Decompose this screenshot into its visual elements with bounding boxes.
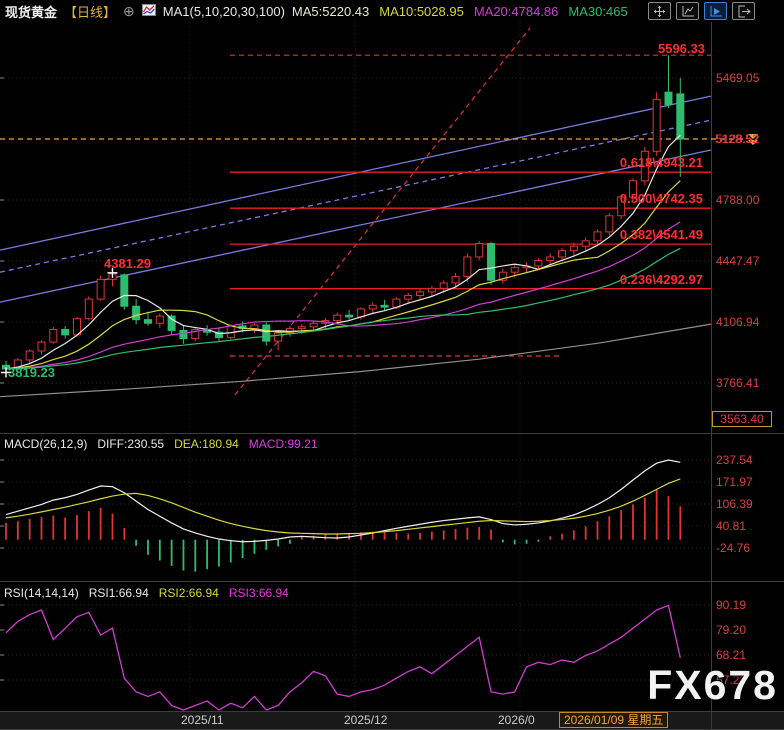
chart-app: 5809.585469.055128.524788.004447.474106.… <box>0 0 784 730</box>
rsi2-value: RSI2:66.94 <box>159 586 219 600</box>
rsi1-value: RSI1:66.94 <box>89 586 149 600</box>
symbol-title: 现货黄金 <box>5 2 57 21</box>
rsi-header: RSI(14,14,14) RSI1:66.94 RSI2:66.94 RSI3… <box>4 586 289 600</box>
macd-title: MACD(26,12,9) <box>4 437 87 451</box>
macd-diff-value: DIFF:230.55 <box>97 437 164 451</box>
ma-indicator-label: MA1(5,10,20,30,100) <box>163 4 285 19</box>
current-price-label: 5128.52 <box>715 132 758 146</box>
ma-value-label: MA10:5028.95 <box>379 4 464 19</box>
macd-dea-value: DEA:180.94 <box>174 437 239 451</box>
ma-value-label: MA30:465 <box>568 4 627 19</box>
indicator-play-icon[interactable] <box>704 2 727 20</box>
peak-price-label: 4381.29 <box>104 256 151 271</box>
pan-icon[interactable] <box>648 2 671 20</box>
mini-chart-icon <box>142 4 156 19</box>
swing-high-label: 5596.33 <box>658 41 705 56</box>
period-label: 【日线】 <box>64 2 116 21</box>
watermark-logo: FX678 <box>647 662 778 709</box>
ma-values: MA5:5220.43 MA10:5028.95 MA20:4784.86 MA30:… <box>292 4 638 19</box>
circle-plus-icon[interactable]: ⊕ <box>123 4 135 18</box>
axis-scale-icon[interactable] <box>676 2 699 20</box>
toolbar <box>648 2 755 20</box>
chart-surface[interactable] <box>0 0 784 730</box>
last-price-box: 3563.40 <box>712 411 772 427</box>
macd-macd-value: MACD:99.21 <box>249 437 318 451</box>
macd-header: MACD(26,12,9) DIFF:230.55 DEA:180.94 MAC… <box>4 437 318 451</box>
swing-low-label: 3819.23 <box>8 365 55 380</box>
ma-value-label: MA20:4784.86 <box>474 4 559 19</box>
selected-date-box: 2026/01/09 星期五 <box>559 712 668 728</box>
window-switch-icon[interactable] <box>732 2 755 20</box>
rsi3-value: RSI3:66.94 <box>229 586 289 600</box>
rsi-title: RSI(14,14,14) <box>4 586 79 600</box>
ma-value-label: MA5:5220.43 <box>292 4 369 19</box>
